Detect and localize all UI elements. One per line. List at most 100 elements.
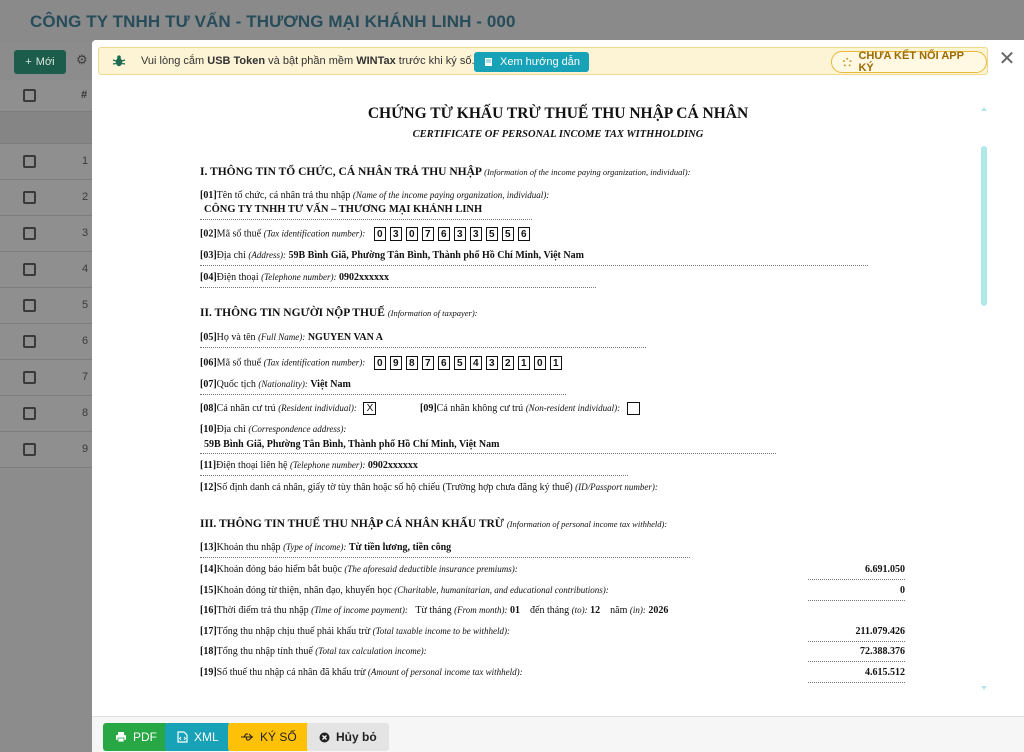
row-checkbox[interactable] [23,227,36,240]
field-11-code: [11] [200,460,217,471]
field-19-value: 4.615.512 [865,667,905,678]
field-10-label-vi: Địa chỉ [216,424,246,435]
new-button-label: Mới [35,56,55,68]
field-16-from-label: Từ tháng [415,605,452,616]
digital-sign-button-label: KÝ SỐ [260,730,297,744]
app-connection-status[interactable]: CHƯA KẾT NỐI APP KÝ [831,50,987,74]
row-number: 6 [82,335,89,347]
tax-id-digit-box: 0 [373,356,386,370]
field-01-label-vi: Tên tổ chức, cá nhân trả thu nhập [216,190,351,201]
xml-button[interactable]: XML [165,723,231,751]
app-connection-status-label: CHƯA KẾT NỐI APP KÝ [858,50,964,74]
field-08-code: [08] [200,402,217,414]
field-15-code: [15] [200,585,217,596]
field-05-label-en: (Full Name): [258,332,306,342]
row-checkbox[interactable] [23,155,36,168]
table-row[interactable]: 2 [0,180,92,216]
row-checkbox[interactable] [23,335,36,348]
table-row[interactable]: 1 [0,144,92,180]
digital-sign-button[interactable]: KÝ SỐ [228,723,309,751]
field-05: [05]Họ và tên (Full Name): NGUYEN VAN A [200,332,383,343]
field-12-label-vi: Số định danh cá nhân, giấy tờ tùy thân h… [216,482,573,493]
scroll-down-icon[interactable] [981,686,987,690]
cancel-button[interactable]: Hủy bỏ [307,723,389,751]
field-02-label-vi: Mã số thuế [216,228,262,240]
field-03-label-en: (Address): [248,250,286,260]
dotted-line [200,475,628,476]
row-checkbox[interactable] [23,443,36,456]
select-all-checkbox[interactable] [23,89,36,102]
row-checkbox[interactable] [23,263,36,276]
field-17-value: 211.079.426 [855,626,905,637]
table-row[interactable]: 7 [0,360,92,396]
section-2-title: II. THÔNG TIN NGƯỜI NỘP THUẾ (Informatio… [200,307,477,319]
field-04-code: [04] [200,272,217,283]
dotted-line [808,661,905,662]
book-icon [485,57,492,66]
field-16-to-label: đến tháng [530,605,570,616]
field-06-code: [06] [200,357,217,369]
signing-modal: Vui lòng cắm USB Token và bật phần mềm W… [92,40,1024,752]
section-1-title-vi: I. THÔNG TIN TỔ CHỨC, CÁ NHÂN TRẢ THU NH… [200,166,482,178]
table-row[interactable]: 9 [0,432,92,468]
row-checkbox[interactable] [23,407,36,420]
row-number: 2 [82,191,89,203]
scroll-thumb[interactable] [981,146,987,306]
field-05-label-vi: Họ và tên [216,332,256,343]
tax-id-digit-box: 6 [517,227,530,241]
guide-button-label: Xem hướng dẫn [500,56,581,68]
field-14-value: 6.691.050 [865,564,905,575]
new-button[interactable]: + Mới [14,50,66,74]
field-19-label-en: (Amount of personal income tax withheld)… [367,667,523,677]
row-checkbox[interactable] [23,299,36,312]
section-3-title-en: (Information of personal income tax with… [506,519,668,529]
tax-id-digit-box: 4 [469,356,482,370]
pdf-button[interactable]: PDF [103,723,169,751]
row-number: 5 [82,299,89,311]
tax-id-digit-box: 1 [517,356,530,370]
field-17-code: [17] [200,626,217,637]
field-18-label-en: (Total tax calculation income): [315,646,427,656]
field-07-code: [07] [200,379,217,390]
tax-id-digit-box: 7 [421,227,434,241]
tax-id-digit-box: 3 [453,227,466,241]
file-code-icon [177,731,188,743]
table-row[interactable]: 6 [0,324,92,360]
field-07-label-en: (Nationality): [258,379,308,389]
background-header: CÔNG TY TNHH TƯ VẤN - THƯƠNG MẠI KHÁNH L… [0,0,1024,42]
company-title: CÔNG TY TNHH TƯ VẤN - THƯƠNG MẠI KHÁNH L… [30,12,516,31]
row-number: 7 [82,371,89,383]
field-05-value: NGUYEN VAN A [307,332,384,343]
table-row[interactable]: 8 [0,396,92,432]
row-checkbox[interactable] [23,371,36,384]
dotted-line [808,579,905,580]
printer-icon [116,732,126,743]
tax-id-boxes-payer: 0307633556 [373,227,530,241]
pdf-button-label: PDF [133,730,157,744]
table-row[interactable]: 4 [0,252,92,288]
dotted-line [200,453,776,454]
notice-usb-token: USB Token [207,55,266,67]
field-03-value: 59B Bình Giã, Phường Tân Bình, Thành phố… [288,250,584,261]
field-11-label-en: (Telephone number): [289,460,366,470]
row-checkbox[interactable] [23,191,36,204]
field-07: [07]Quốc tịch (Nationality): Việt Nam [200,379,351,390]
field-17-label-vi: Tổng thu nhập chịu thuế phải khấu trừ [216,626,371,637]
field-13-label-vi: Khoản thu nhập [216,542,281,553]
close-icon[interactable]: ✕ [997,49,1017,70]
scroll-up-icon[interactable] [981,107,987,111]
field-13-label-en: (Type of income): [283,542,347,552]
field-11-value: 0902xxxxxx [367,460,418,471]
field-16-year-value: 2026 [648,605,669,616]
spinner-icon [842,57,852,66]
guide-button[interactable]: Xem hướng dẫn [474,52,590,72]
section-1-title: I. THÔNG TIN TỔ CHỨC, CÁ NHÂN TRẢ THU NH… [200,166,690,178]
field-07-label-vi: Quốc tịch [216,379,256,390]
table-header-row: # [0,80,92,112]
tax-id-digit-box: 5 [501,227,514,241]
non-resident-checkbox [626,402,640,415]
table-row[interactable]: 5 [0,288,92,324]
table-row[interactable]: 3 [0,216,92,252]
field-01-label-en: (Name of the income paying organization,… [352,190,550,200]
bug-icon [112,55,126,67]
